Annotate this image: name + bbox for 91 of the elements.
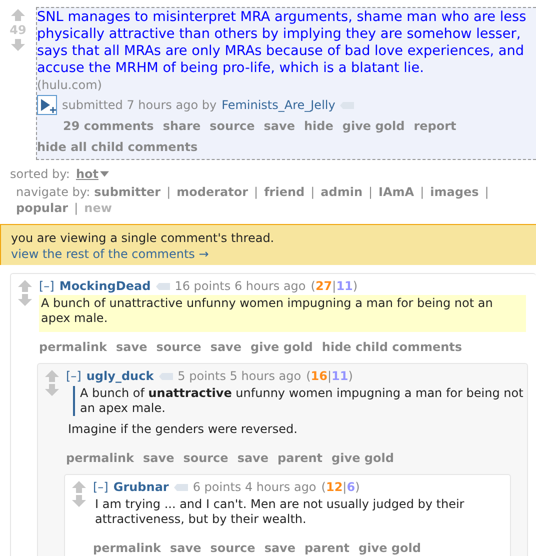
comment-meta: 16 points 6 hours ago: [174, 278, 306, 295]
comment-action-link[interactable]: give gold: [332, 448, 394, 468]
collapse-toggle[interactable]: [–]: [93, 478, 108, 496]
comment-action-link[interactable]: source: [210, 538, 256, 556]
separator: |: [254, 184, 258, 200]
post-title[interactable]: SNL manages to misinterpret MRA arguments, shame man who are less physically attractive than others by implying they are somehow lesser, says that all MRAs are only MRAs because of bad love experiences, and accuse the MRHM of being pro-life, which is a blatant lie.: [37, 9, 536, 77]
navigate-label: navigate by:: [16, 184, 90, 200]
upvote-count: 27: [315, 278, 332, 295]
separator: |: [74, 200, 78, 216]
vote-bracket: ): [355, 479, 360, 496]
domain[interactable]: (hulu.com): [37, 78, 102, 92]
downvote-icon[interactable]: [45, 384, 59, 396]
separator: |: [310, 184, 315, 200]
navigate-link[interactable]: IAmA: [378, 184, 414, 200]
vote-separator: |: [332, 278, 336, 295]
comment-text: I am trying ... and I can't. Men are not usually judged by their attractiveness, but by their wealth.: [95, 497, 466, 527]
post-action-link[interactable]: hide: [304, 116, 334, 136]
navigate-link[interactable]: submitter: [94, 184, 161, 200]
post-action-link[interactable]: share: [162, 116, 201, 136]
downvote-icon[interactable]: [18, 294, 32, 306]
post-action-link[interactable]: give gold: [342, 116, 405, 136]
hide-children-link[interactable]: hide all child comments: [37, 137, 198, 157]
post-action-link[interactable]: save: [264, 116, 295, 136]
upvote-icon[interactable]: [45, 370, 59, 382]
comment-meta: 6 points 4 hours ago: [192, 479, 316, 496]
separator: |: [368, 184, 373, 200]
upvote-icon[interactable]: [11, 9, 25, 21]
post-action-link[interactable]: source: [210, 116, 255, 136]
comment-action-link[interactable]: save: [116, 337, 148, 357]
sort-dropdown[interactable]: hot: [76, 167, 98, 181]
downvote-count: 11: [332, 368, 348, 385]
separator: |: [166, 184, 171, 200]
vote-bracket: ): [348, 368, 353, 385]
comment-author[interactable]: MockingDead: [59, 277, 151, 295]
comment-action-link[interactable]: source: [183, 448, 228, 468]
sort-label: sorted by:: [10, 167, 70, 181]
navigate-link[interactable]: images: [430, 184, 479, 200]
view-all-comments-link[interactable]: view the rest of the comments →: [11, 247, 209, 261]
navigate-link[interactable]: popular: [16, 200, 68, 216]
comment-action-link[interactable]: hide child comments: [322, 337, 462, 357]
score: 49: [10, 22, 26, 38]
vote-bracket: (: [306, 368, 311, 385]
upvote-count: 16: [310, 368, 328, 385]
comment-author[interactable]: ugly_duck: [86, 367, 154, 385]
comment-action-link[interactable]: save: [210, 337, 242, 357]
tag-icon[interactable]: [174, 484, 188, 490]
vote-separator: |: [342, 479, 347, 496]
comment-action-link[interactable]: parent: [304, 538, 350, 556]
comment-action-link[interactable]: source: [156, 337, 202, 357]
post-action-link[interactable]: report: [414, 116, 456, 136]
downvote-icon[interactable]: [72, 495, 86, 507]
notice-text: you are viewing a single comment's thread.: [11, 230, 276, 246]
comment-action-link[interactable]: permalink: [93, 538, 161, 556]
expand-video-icon[interactable]: [37, 95, 57, 115]
comment-action-link[interactable]: permalink: [66, 448, 134, 468]
submission-info: submitted 7 hours ago by: [62, 98, 217, 112]
dropdown-caret-icon[interactable]: [100, 171, 110, 177]
navigate-link[interactable]: admin: [320, 184, 362, 200]
upvote-count: 12: [326, 479, 343, 496]
separator: |: [484, 184, 489, 200]
comment-action-link[interactable]: save: [143, 448, 174, 468]
upvote-icon[interactable]: [18, 280, 32, 292]
comment-action-link[interactable]: give gold: [358, 538, 421, 556]
author-link[interactable]: Feminists_Are_Jelly: [222, 98, 336, 112]
comment-action-link[interactable]: permalink: [39, 337, 107, 357]
collapse-toggle[interactable]: [–]: [39, 277, 54, 295]
comment-action-link[interactable]: save: [237, 448, 269, 468]
vote-bracket: ): [352, 278, 358, 295]
comment-text: Imagine if the genders were reversed.: [68, 422, 298, 437]
post-action-link[interactable]: 29 comments: [63, 116, 154, 136]
vote-bracket: (: [310, 278, 316, 295]
tag-icon[interactable]: [156, 282, 170, 290]
comment-action-link[interactable]: save: [170, 538, 202, 556]
downvote-count: 6: [346, 479, 356, 496]
vote-separator: |: [328, 368, 332, 385]
comment-author[interactable]: Grubnar: [113, 478, 169, 496]
navigate-link[interactable]: moderator: [176, 184, 248, 200]
comment-action-link[interactable]: give gold: [250, 337, 313, 357]
comment-text: A bunch of unattractive unfunny women impugning a man for being not an apex male.: [41, 296, 494, 326]
comment-meta: 5 points 5 hours ago: [178, 368, 302, 385]
navigate-link[interactable]: friend: [264, 184, 305, 200]
downvote-icon[interactable]: [11, 39, 25, 51]
upvote-icon[interactable]: [72, 481, 86, 493]
downvote-count: 11: [336, 278, 353, 295]
comment-action-link[interactable]: save: [264, 538, 296, 556]
comment-action-link[interactable]: parent: [278, 448, 323, 468]
quoted-text: A bunch of unattractive unfunny women impugning a man for being not an apex male.: [73, 386, 525, 416]
collapse-toggle[interactable]: [–]: [66, 367, 82, 385]
vote-bracket: (: [321, 479, 326, 496]
tag-icon[interactable]: [158, 372, 173, 380]
separator: |: [420, 184, 424, 200]
